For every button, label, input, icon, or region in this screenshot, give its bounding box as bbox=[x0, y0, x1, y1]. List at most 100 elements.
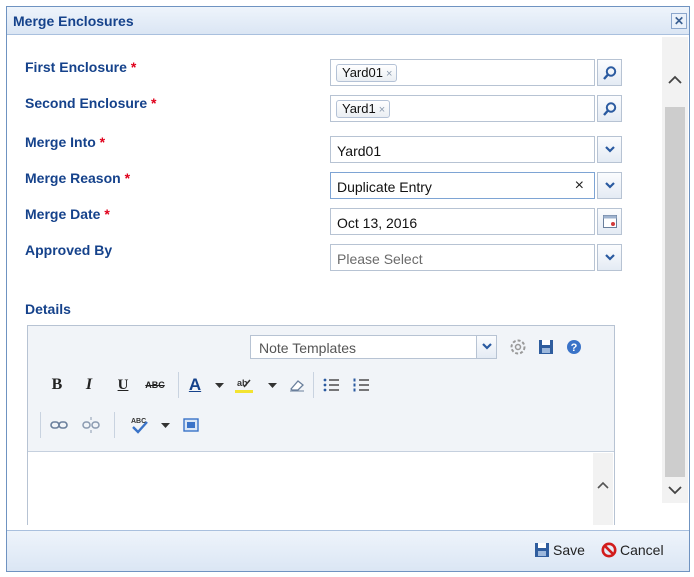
highlight-dropdown[interactable] bbox=[261, 374, 283, 396]
font-color-button[interactable]: A bbox=[184, 374, 206, 396]
merge-date-label-text: Merge Date bbox=[25, 206, 101, 222]
second-enclosure-token: Yard1 × bbox=[336, 100, 391, 118]
bullet-list-button[interactable] bbox=[320, 374, 342, 396]
toolbar-separator bbox=[40, 412, 41, 438]
editor-toolbar: Note Templates ? B I U ABC A ab ABC bbox=[28, 326, 614, 452]
search-icon bbox=[602, 102, 616, 116]
cancel-icon bbox=[601, 542, 617, 558]
eraser-icon bbox=[290, 380, 304, 392]
toolbar-separator bbox=[313, 372, 314, 398]
merge-reason-label: Merge Reason * bbox=[25, 170, 130, 186]
approved-by-label: Approved By bbox=[25, 242, 112, 258]
insert-link-button[interactable] bbox=[48, 414, 70, 436]
merge-date-picker-button[interactable] bbox=[597, 208, 622, 235]
first-enclosure-token: Yard01 × bbox=[336, 64, 398, 82]
template-settings-button[interactable] bbox=[507, 336, 529, 358]
editor-scrollbar[interactable] bbox=[593, 453, 613, 525]
merge-date-label: Merge Date * bbox=[25, 206, 110, 222]
second-enclosure-label-text: Second Enclosure bbox=[25, 95, 148, 111]
toolbar-separator bbox=[178, 372, 179, 398]
approved-by-placeholder: Please Select bbox=[337, 251, 423, 267]
bullet-list-icon bbox=[323, 378, 339, 392]
close-icon: ✕ bbox=[673, 14, 685, 28]
numbered-list-icon bbox=[353, 378, 369, 392]
spellcheck-button[interactable]: ABC bbox=[128, 414, 150, 436]
help-icon: ? bbox=[567, 340, 581, 354]
required-mark: * bbox=[104, 206, 110, 222]
first-enclosure-label: First Enclosure * bbox=[25, 59, 136, 75]
caret-down-icon bbox=[267, 383, 277, 388]
merge-reason-label-text: Merge Reason bbox=[25, 170, 121, 186]
svg-text:?: ? bbox=[571, 342, 578, 354]
merge-reason-select[interactable]: Duplicate Entry × bbox=[330, 172, 595, 199]
link-icon bbox=[50, 421, 68, 429]
details-label: Details bbox=[25, 301, 71, 317]
chevron-down-icon bbox=[604, 146, 615, 153]
spellcheck-icon: ABC bbox=[131, 418, 148, 434]
clear-icon[interactable]: × bbox=[575, 177, 584, 195]
required-mark: * bbox=[151, 95, 157, 111]
numbered-list-button[interactable] bbox=[350, 374, 372, 396]
cancel-label: Cancel bbox=[620, 542, 664, 558]
chevron-down-icon bbox=[604, 182, 615, 189]
remove-link-button[interactable] bbox=[80, 414, 102, 436]
strikethrough-button[interactable]: ABC bbox=[144, 374, 166, 396]
approved-by-dropdown-button[interactable] bbox=[597, 244, 622, 271]
dialog-titlebar: Merge Enclosures ✕ bbox=[7, 7, 689, 35]
chevron-down-icon[interactable] bbox=[667, 485, 683, 495]
token-remove-icon[interactable]: × bbox=[379, 104, 385, 116]
spellcheck-dropdown[interactable] bbox=[154, 414, 176, 436]
dialog-scroll-thumb[interactable] bbox=[665, 107, 685, 477]
second-enclosure-label: Second Enclosure * bbox=[25, 95, 157, 111]
unlink-icon bbox=[82, 417, 100, 433]
font-color-dropdown[interactable] bbox=[208, 374, 230, 396]
caret-down-icon bbox=[214, 383, 224, 388]
token-label: Yard01 bbox=[342, 65, 383, 80]
template-help-button[interactable]: ? bbox=[563, 336, 585, 358]
merge-reason-dropdown-button[interactable] bbox=[597, 172, 622, 199]
underline-button[interactable]: U bbox=[112, 374, 134, 396]
merge-into-value: Yard01 bbox=[337, 143, 382, 159]
first-enclosure-input[interactable]: Yard01 × bbox=[330, 59, 595, 86]
required-mark: * bbox=[130, 59, 137, 75]
second-enclosure-input[interactable]: Yard1 × bbox=[330, 95, 595, 122]
cancel-button[interactable]: Cancel bbox=[601, 542, 664, 558]
note-templates-dropdown-button[interactable] bbox=[476, 336, 496, 358]
template-save-button[interactable] bbox=[535, 336, 557, 358]
required-mark: * bbox=[124, 170, 131, 186]
chevron-up-icon[interactable] bbox=[667, 75, 683, 85]
dialog-scrollbar[interactable] bbox=[662, 37, 688, 503]
merge-date-input[interactable]: Oct 13, 2016 bbox=[330, 208, 595, 235]
close-button[interactable]: ✕ bbox=[671, 13, 687, 29]
image-icon bbox=[183, 418, 199, 432]
save-button[interactable]: Save bbox=[534, 542, 585, 558]
svg-text:ab: ab bbox=[237, 378, 248, 388]
approved-by-select[interactable]: Please Select bbox=[330, 244, 595, 271]
caret-down-icon bbox=[160, 423, 170, 428]
italic-button[interactable]: I bbox=[78, 374, 100, 396]
chevron-up-icon[interactable] bbox=[596, 478, 610, 492]
merge-into-label: Merge Into * bbox=[25, 134, 105, 150]
details-editor: Note Templates ? B I U ABC A ab ABC bbox=[27, 325, 615, 525]
clear-format-button[interactable] bbox=[286, 374, 308, 396]
highlight-button[interactable]: ab bbox=[233, 374, 255, 396]
merge-into-label-text: Merge Into bbox=[25, 134, 96, 150]
dialog-footer: Save Cancel bbox=[7, 530, 689, 571]
details-label-text: Details bbox=[25, 301, 71, 317]
second-enclosure-search-button[interactable] bbox=[597, 95, 622, 122]
settings-icon bbox=[510, 339, 526, 355]
token-remove-icon[interactable]: × bbox=[386, 68, 392, 80]
note-templates-select[interactable]: Note Templates bbox=[250, 335, 497, 359]
merge-into-select[interactable]: Yard01 bbox=[330, 136, 595, 163]
search-icon bbox=[602, 66, 616, 80]
merge-enclosures-dialog: Merge Enclosures ✕ First Enclosure * Yar… bbox=[6, 6, 690, 572]
save-icon bbox=[539, 340, 553, 354]
merge-into-dropdown-button[interactable] bbox=[597, 136, 622, 163]
toolbar-separator bbox=[114, 412, 115, 438]
details-textarea[interactable] bbox=[28, 453, 614, 525]
approved-by-label-text: Approved By bbox=[25, 242, 113, 258]
insert-image-button[interactable] bbox=[180, 414, 202, 436]
merge-date-value: Oct 13, 2016 bbox=[337, 215, 418, 231]
bold-button[interactable]: B bbox=[46, 374, 68, 396]
first-enclosure-search-button[interactable] bbox=[597, 59, 622, 86]
